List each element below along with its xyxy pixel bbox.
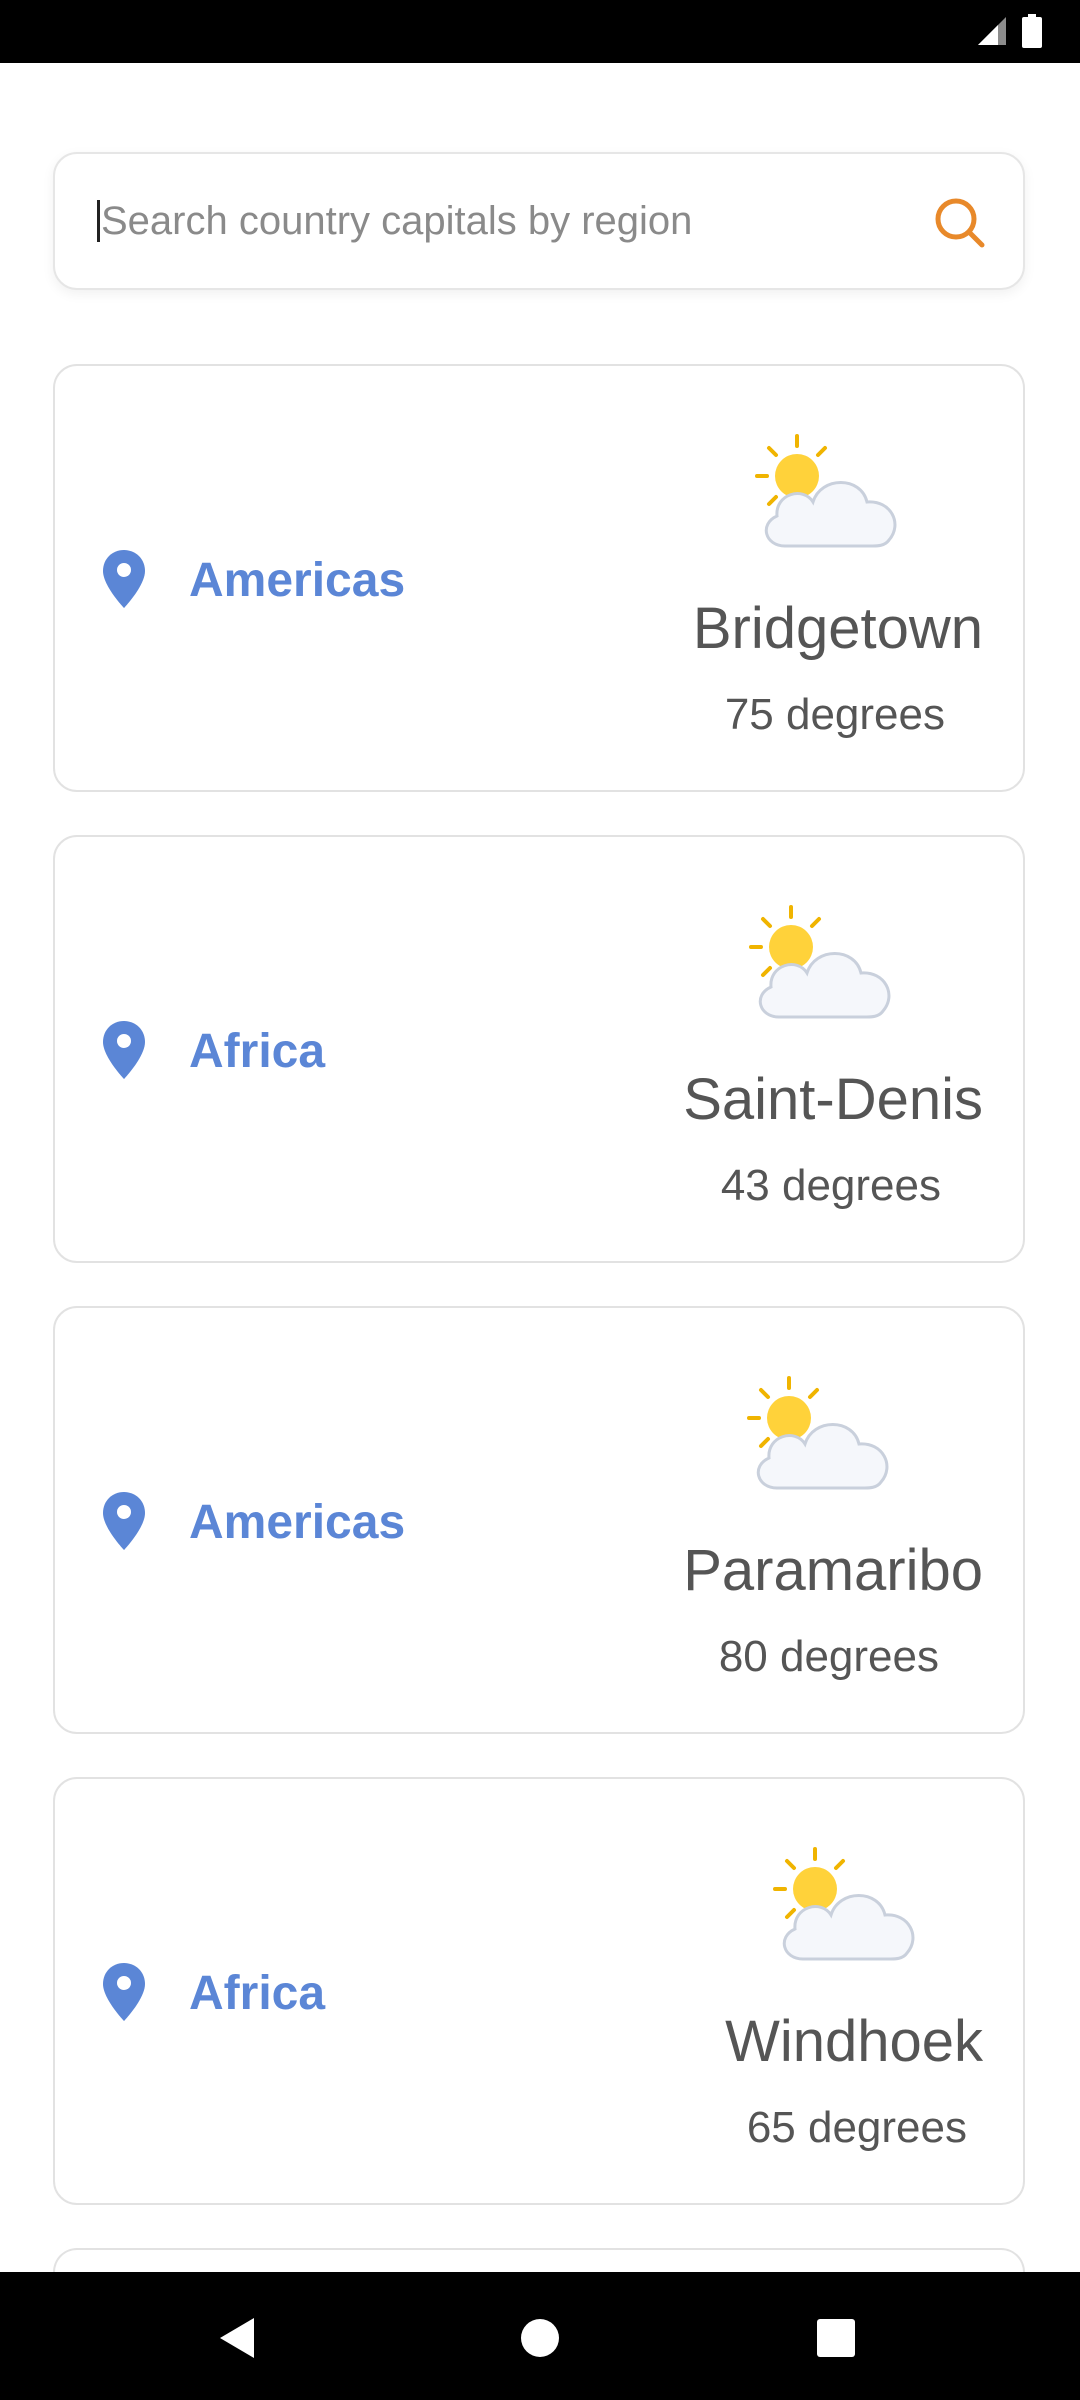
- capital-card[interactable]: Americas Paramaribo 80 degrees: [53, 1306, 1025, 1734]
- location-pin-icon: [103, 1021, 145, 1079]
- region-label: Africa: [189, 1967, 326, 2020]
- battery-icon: [1022, 14, 1042, 48]
- sun-behind-cloud-icon: [749, 905, 891, 1019]
- text-caret: [97, 200, 100, 242]
- location-pin-icon: [103, 550, 145, 608]
- capital-card[interactable]: Africa Saint-Denis 43 degrees: [53, 835, 1025, 1263]
- navigation-bar: [0, 2272, 1080, 2400]
- back-triangle-icon[interactable]: [208, 2308, 268, 2368]
- capital-card[interactable]: Africa Windhoek 65 degrees: [53, 1777, 1025, 2205]
- status-bar: [0, 0, 1080, 63]
- sun-behind-cloud-icon: [755, 434, 897, 548]
- sun-behind-cloud-icon: [773, 1847, 915, 1961]
- sun-behind-cloud-icon: [747, 1376, 889, 1490]
- city-name: Bridgetown: [692, 596, 983, 661]
- temperature: 80 degrees: [718, 1632, 939, 1681]
- home-circle-icon[interactable]: [510, 2308, 570, 2368]
- temperature: 43 degrees: [720, 1161, 941, 1210]
- region-label: Africa: [189, 1025, 326, 1078]
- search-input[interactable]: [95, 154, 961, 288]
- temperature: 75 degrees: [724, 690, 945, 739]
- region-label: Americas: [189, 1496, 406, 1549]
- search-icon[interactable]: [933, 196, 987, 250]
- city-name: Paramaribo: [683, 1538, 983, 1603]
- temperature: 65 degrees: [746, 2103, 967, 2152]
- recents-square-icon[interactable]: [806, 2308, 866, 2368]
- status-icons: [976, 14, 1042, 48]
- city-name: Saint-Denis: [683, 1067, 983, 1132]
- location-pin-icon: [103, 1963, 145, 2021]
- region-label: Americas: [189, 554, 406, 607]
- capital-card[interactable]: Americas Bridgetown 75 degrees: [53, 364, 1025, 792]
- city-name: Windhoek: [725, 2009, 983, 2074]
- signal-icon: [978, 17, 1006, 45]
- location-pin-icon: [103, 1492, 145, 1550]
- search-box[interactable]: [53, 152, 1025, 290]
